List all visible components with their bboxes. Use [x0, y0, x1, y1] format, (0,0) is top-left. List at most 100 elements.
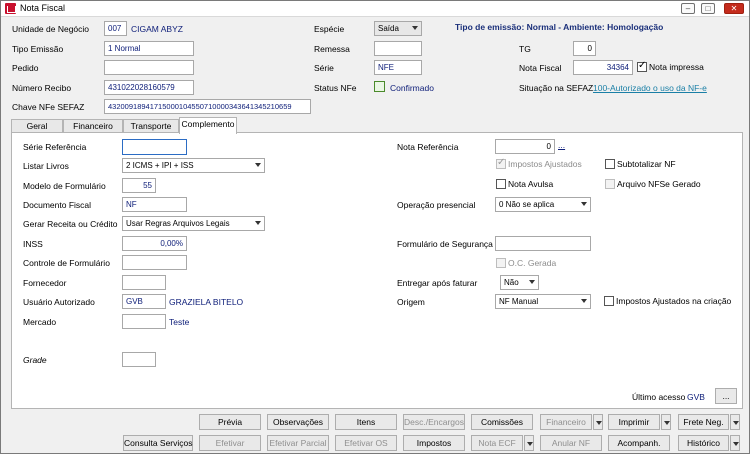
- chevron-down-icon: [255, 221, 261, 225]
- efetivar-button[interactable]: Efetivar: [199, 435, 261, 451]
- remessa-label: Remessa: [314, 44, 350, 54]
- chevron-down-icon: [581, 299, 587, 303]
- complemento-panel: [11, 132, 743, 409]
- efetivar-os-button[interactable]: Efetivar OS: [335, 435, 397, 451]
- financeiro-button[interactable]: Financeiro: [540, 414, 592, 430]
- maximize-button[interactable]: □: [701, 3, 715, 14]
- origem-value: NF Manual: [499, 297, 539, 306]
- observacoes-button[interactable]: Observações: [267, 414, 329, 430]
- unidade-code-input[interactable]: 007: [104, 21, 127, 36]
- efetivar-parcial-button[interactable]: Efetivar Parcial: [267, 435, 329, 451]
- consulta-servicos-button[interactable]: Consulta Serviços: [123, 435, 193, 451]
- inss-input[interactable]: 0,00%: [122, 236, 187, 251]
- operacao-value: 0 Não se aplica: [499, 200, 555, 209]
- grade-label: Grade: [23, 355, 47, 365]
- serie-ref-input[interactable]: [122, 139, 187, 155]
- pedido-input[interactable]: [104, 60, 194, 75]
- nota-ecf-button[interactable]: Nota ECF: [471, 435, 523, 451]
- window-title: Nota Fiscal: [20, 3, 66, 13]
- origem-select[interactable]: NF Manual: [495, 294, 591, 309]
- status-nfe-label: Status NFe: [314, 83, 357, 93]
- situacao-link[interactable]: 100-Autorizado o uso da NF-e: [593, 83, 707, 93]
- historico-dropdown-button[interactable]: [730, 435, 740, 451]
- tg-input[interactable]: 0: [573, 41, 596, 56]
- serie-input[interactable]: NFE: [374, 60, 422, 75]
- minimize-button[interactable]: –: [681, 3, 695, 14]
- historico-button[interactable]: Histórico: [678, 435, 729, 451]
- modelo-label: Modelo de Formulário: [23, 181, 106, 191]
- listar-livros-label: Listar Livros: [23, 161, 69, 171]
- nota-impressa-checkbox[interactable]: [637, 60, 647, 72]
- grade-input[interactable]: [122, 352, 156, 367]
- financeiro-dropdown-button[interactable]: [593, 414, 603, 430]
- impostos-ajustados-label: Impostos Ajustados: [508, 159, 582, 169]
- nota-ref-input[interactable]: 0: [495, 139, 555, 154]
- usuario-label: Usuário Autorizado: [23, 297, 95, 307]
- subtotalizar-checkbox[interactable]: [605, 159, 615, 169]
- tab-financeiro[interactable]: Financeiro: [63, 119, 123, 133]
- oc-gerada-checkbox[interactable]: [496, 258, 506, 268]
- numero-recibo-input[interactable]: 431022028160579: [104, 80, 194, 95]
- close-button[interactable]: ✕: [724, 3, 744, 14]
- acompanh-button[interactable]: Acompanh.: [608, 435, 670, 451]
- tab-complemento[interactable]: Complemento: [179, 117, 237, 134]
- operacao-select[interactable]: 0 Não se aplica: [495, 197, 591, 212]
- desc-encargos-button[interactable]: Desc./Encargos: [403, 414, 465, 430]
- usuario-code-input[interactable]: GVB: [122, 294, 166, 309]
- documento-label: Documento Fiscal: [23, 200, 92, 210]
- gerar-receita-value: Usar Regras Arquivos Legais: [126, 219, 230, 228]
- chevron-down-icon: [529, 280, 535, 284]
- anular-nf-button[interactable]: Anular NF: [540, 435, 602, 451]
- frete-neg-button[interactable]: Frete Neg.: [678, 414, 729, 430]
- tipo-emissao-info: Tipo de emissão: Normal - Ambiente: Homo…: [455, 22, 664, 32]
- nota-ecf-dropdown-button[interactable]: [524, 435, 534, 451]
- fornecedor-input[interactable]: [122, 275, 166, 290]
- impostos-button[interactable]: Impostos: [403, 435, 465, 451]
- app-logo-icon: [5, 3, 16, 14]
- tab-transporte[interactable]: Transporte: [123, 119, 179, 133]
- tipo-emissao-label: Tipo Emissão: [12, 44, 64, 54]
- nota-avulsa-checkbox[interactable]: [496, 179, 506, 189]
- subtotalizar-label: Subtotalizar NF: [617, 159, 676, 169]
- inss-label: INSS: [23, 239, 43, 249]
- chevron-down-icon: [255, 163, 261, 167]
- ultimo-acesso-more-button[interactable]: ...: [715, 388, 737, 404]
- imprimir-button[interactable]: Imprimir: [608, 414, 660, 430]
- entregar-select[interactable]: Não: [500, 275, 539, 290]
- impostos-ajustados-checkbox[interactable]: [496, 157, 506, 169]
- imprimir-dropdown-button[interactable]: [661, 414, 671, 430]
- impostos-criacao-checkbox[interactable]: [604, 296, 614, 306]
- tab-geral[interactable]: Geral: [11, 119, 63, 133]
- tipo-emissao-input[interactable]: 1 Normal: [104, 41, 194, 56]
- nota-fiscal-label: Nota Fiscal: [519, 63, 562, 73]
- status-nfe-indicator: [374, 81, 385, 92]
- nota-ref-label: Nota Referência: [397, 142, 459, 152]
- impostos-criacao-label: Impostos Ajustados na criação: [616, 296, 732, 306]
- comissoes-button[interactable]: Comissões: [471, 414, 533, 430]
- mercado-input[interactable]: [122, 314, 166, 329]
- previa-button[interactable]: Prévia: [199, 414, 261, 430]
- frete-neg-dropdown-button[interactable]: [730, 414, 740, 430]
- ultimo-acesso-label: Último acesso: [632, 392, 686, 402]
- listar-livros-select[interactable]: 2 ICMS + IPI + ISS: [122, 158, 265, 173]
- ultimo-acesso-value: GVB: [687, 392, 705, 402]
- chave-label: Chave NFe SEFAZ: [12, 102, 85, 112]
- arquivo-nfse-checkbox[interactable]: [605, 179, 615, 189]
- origem-label: Origem: [397, 297, 425, 307]
- documento-input[interactable]: NF: [122, 197, 187, 212]
- operacao-label: Operação presencial: [397, 200, 476, 210]
- especie-select[interactable]: Saída: [374, 21, 422, 36]
- form-seguranca-label: Formulário de Segurança: [397, 239, 493, 249]
- controle-input[interactable]: [122, 255, 187, 270]
- chevron-down-icon: [412, 26, 418, 30]
- chave-input[interactable]: 4320091894171500010455071000034364134521…: [104, 99, 311, 114]
- numero-recibo-label: Número Recibo: [12, 83, 72, 93]
- itens-button[interactable]: Itens: [335, 414, 397, 430]
- form-seguranca-input[interactable]: [495, 236, 591, 251]
- remessa-input[interactable]: [374, 41, 422, 56]
- gerar-receita-select[interactable]: Usar Regras Arquivos Legais: [122, 216, 265, 231]
- fornecedor-label: Fornecedor: [23, 278, 67, 288]
- nota-fiscal-input[interactable]: 34364: [573, 60, 633, 75]
- modelo-input[interactable]: 55: [122, 178, 156, 193]
- nota-ref-lookup-button[interactable]: ...: [558, 140, 565, 150]
